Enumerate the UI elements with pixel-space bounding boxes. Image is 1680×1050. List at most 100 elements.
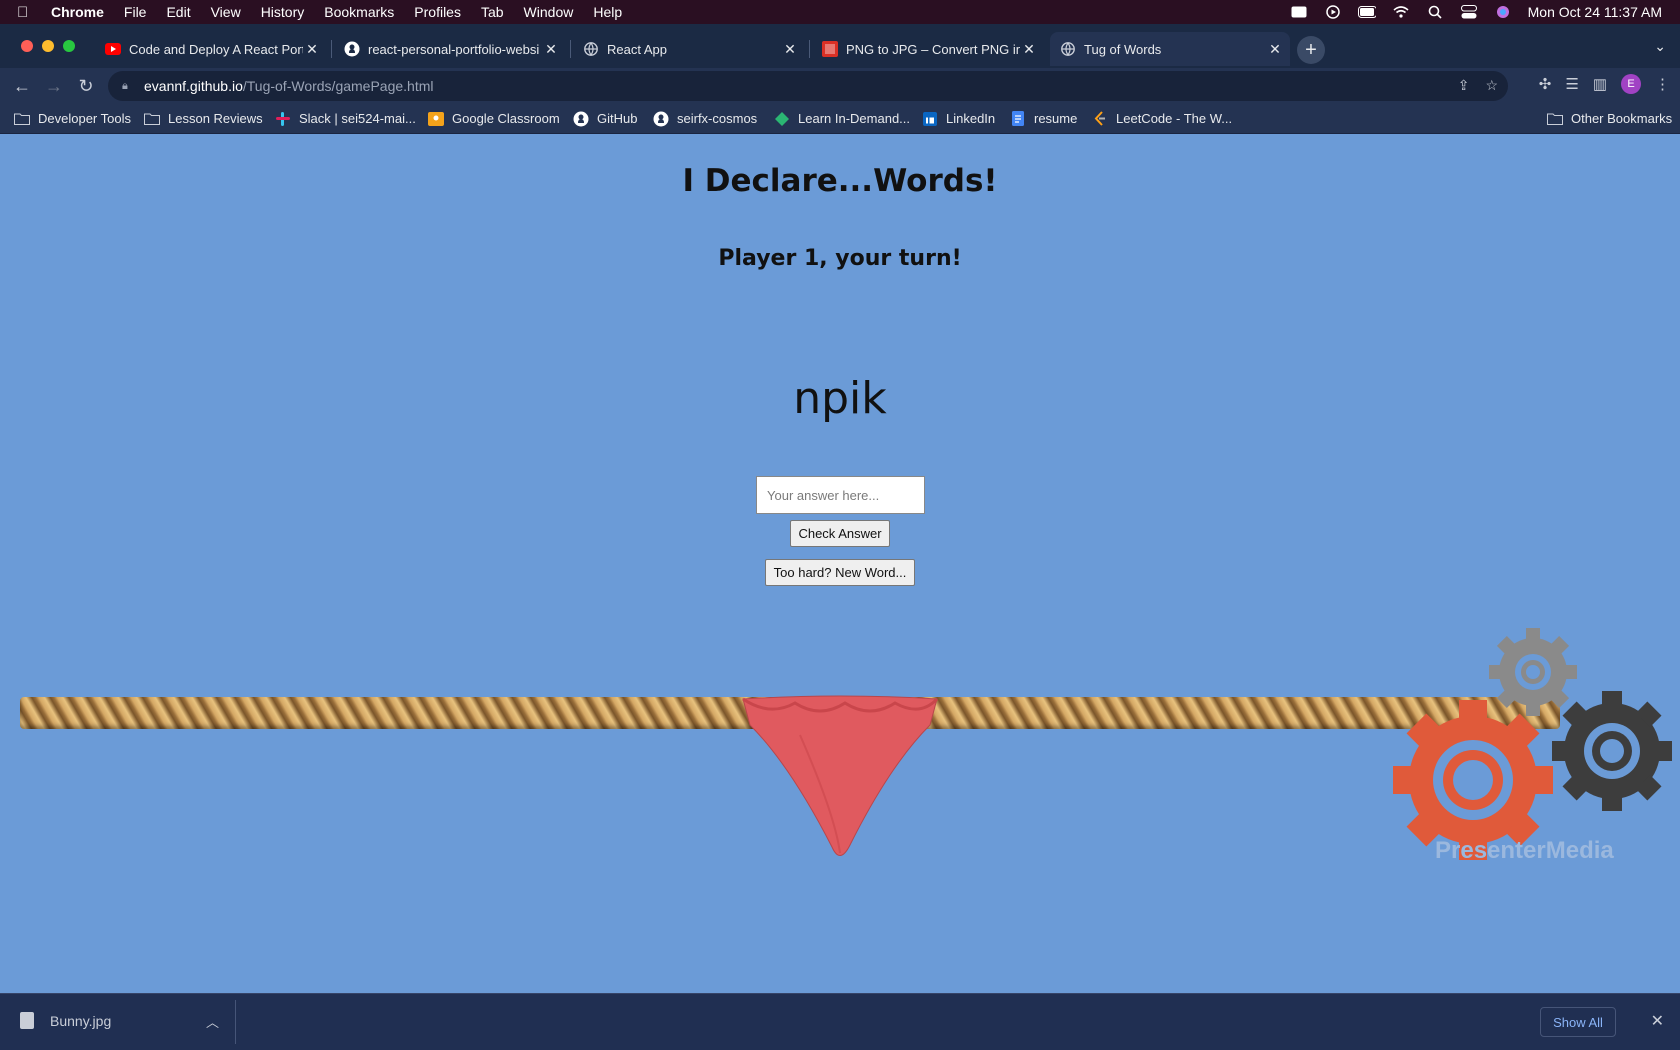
answer-input[interactable]	[756, 476, 925, 514]
download-item[interactable]: Bunny.jpg	[20, 1012, 111, 1029]
gears-image: PresenterMedia	[1393, 628, 1672, 864]
close-tab-icon[interactable]: ✕	[781, 41, 799, 58]
bookmark-google-classroom[interactable]: Google Classroom	[428, 111, 560, 126]
close-tab-icon[interactable]: ✕	[1266, 41, 1284, 58]
bookmark-label: LeetCode - The W...	[1116, 111, 1233, 126]
tab-react-portfolio[interactable]: react-personal-portfolio-websi ✕	[334, 32, 566, 66]
close-tab-icon[interactable]: ✕	[542, 41, 560, 58]
reading-list-icon[interactable]: ☰	[1565, 75, 1578, 93]
siri-icon[interactable]	[1494, 5, 1512, 19]
macos-menu-bar:  Chrome File Edit View History Bookmark…	[0, 0, 1680, 24]
linkedin-icon	[922, 111, 938, 126]
close-icon[interactable]: ✕	[1651, 1011, 1664, 1031]
bookmark-leetcode[interactable]: LeetCode - The W...	[1092, 111, 1232, 126]
folder-icon	[14, 112, 30, 126]
chevron-up-icon[interactable]: ︿	[206, 1012, 219, 1031]
bookmark-label: Developer Tools	[38, 111, 131, 126]
tab-code-and-deploy[interactable]: Code and Deploy A React Portf ✕	[95, 32, 327, 66]
tab-title: PNG to JPG – Convert PNG ima	[846, 41, 1020, 57]
minimize-window-button[interactable]	[42, 40, 54, 52]
gear-icon-gray	[1489, 628, 1577, 716]
gear-icon-dark	[1552, 691, 1672, 811]
tab-separator	[331, 40, 332, 58]
folder-icon	[144, 112, 160, 126]
close-tab-icon[interactable]: ✕	[1020, 41, 1038, 58]
bookmark-linkedin[interactable]: LinkedIn	[922, 111, 995, 126]
page-title: I Declare...Words!	[682, 163, 998, 199]
menu-window[interactable]: Window	[524, 4, 574, 20]
tab-title: react-personal-portfolio-websi	[368, 41, 540, 57]
control-center-icon[interactable]	[1460, 5, 1478, 19]
side-panel-icon[interactable]: ▥	[1593, 75, 1607, 93]
gear-icon-orange	[1393, 700, 1553, 860]
github-icon	[573, 111, 589, 126]
zoom-window-button[interactable]	[63, 40, 75, 52]
address-bar[interactable]: 🔒︎ evannf.github.io/Tug-of-Words/gamePag…	[108, 71, 1508, 101]
bookmark-label: seirfx-cosmos	[677, 111, 758, 126]
apple-icon[interactable]: 	[17, 4, 37, 21]
check-answer-button[interactable]: Check Answer	[790, 520, 890, 547]
bookmark-label: LinkedIn	[946, 111, 996, 126]
forward-arrow-icon[interactable]: →	[42, 74, 66, 98]
extensions-puzzle-icon[interactable]: ✣	[1539, 75, 1552, 93]
classroom-icon	[428, 111, 444, 126]
bookmark-learn-in-demand[interactable]: Learn In-Demand...	[774, 111, 910, 126]
menu-help[interactable]: Help	[593, 4, 622, 20]
profile-avatar[interactable]: E	[1621, 74, 1641, 94]
back-arrow-icon[interactable]: ←	[10, 74, 34, 98]
share-icon[interactable]: ⇪	[1458, 77, 1470, 94]
scrambled-word: npik	[793, 373, 887, 424]
reload-icon[interactable]: ↻	[74, 74, 98, 98]
close-tab-icon[interactable]: ✕	[303, 41, 321, 58]
bookmark-label: Lesson Reviews	[168, 111, 263, 126]
tab-tug-of-words[interactable]: Tug of Words ✕	[1050, 32, 1290, 66]
globe-icon	[583, 41, 599, 57]
battery-icon[interactable]	[1357, 5, 1376, 19]
tab-png-to-jpg[interactable]: PNG to JPG – Convert PNG ima ✕	[812, 32, 1044, 66]
kebab-menu-icon[interactable]: ⋮	[1655, 75, 1670, 93]
menu-file[interactable]: File	[124, 4, 147, 20]
tab-separator	[570, 40, 571, 58]
menu-history[interactable]: History	[261, 4, 305, 20]
tab-search-chevron-icon[interactable]: ⌄	[1654, 38, 1666, 55]
keyboard-icon[interactable]	[1290, 5, 1308, 19]
learn-icon	[774, 111, 790, 126]
tab-title: Tug of Words	[1084, 41, 1162, 57]
close-window-button[interactable]	[21, 40, 33, 52]
turn-indicator: Player 1, your turn!	[718, 246, 962, 271]
docs-icon	[1010, 111, 1026, 126]
lock-icon[interactable]: 🔒︎	[122, 80, 134, 93]
wifi-icon[interactable]	[1392, 5, 1410, 19]
tab-separator	[809, 40, 810, 58]
bookmark-resume[interactable]: resume	[1010, 111, 1077, 126]
tab-react-app[interactable]: React App ✕	[573, 32, 805, 66]
menu-chrome[interactable]: Chrome	[51, 4, 104, 20]
youtube-icon	[105, 41, 121, 57]
bookmark-developer-tools[interactable]: Developer Tools	[14, 111, 131, 126]
bookmark-label: Other Bookmarks	[1571, 111, 1673, 126]
globe-icon	[1060, 41, 1076, 57]
menu-tab[interactable]: Tab	[481, 4, 504, 20]
slack-icon	[275, 111, 291, 126]
show-all-button[interactable]: Show All	[1540, 1007, 1616, 1037]
divider	[235, 1000, 236, 1044]
menu-profiles[interactable]: Profiles	[414, 4, 461, 20]
url-domain: evannf.github.io	[144, 78, 243, 94]
new-word-button[interactable]: Too hard? New Word...	[765, 559, 915, 586]
png-jpg-icon	[822, 41, 838, 57]
bookmark-other-bookmarks[interactable]: Other Bookmarks	[1547, 111, 1672, 126]
play-icon[interactable]	[1324, 5, 1342, 19]
bookmark-star-icon[interactable]: ☆	[1485, 77, 1498, 94]
menu-edit[interactable]: Edit	[166, 4, 190, 20]
browser-toolbar: ← → ↻ 🔒︎ evannf.github.io/Tug-of-Words/g…	[0, 68, 1680, 104]
new-tab-button[interactable]: +	[1297, 36, 1325, 64]
menu-view[interactable]: View	[211, 4, 241, 20]
spotlight-search-icon[interactable]	[1426, 5, 1444, 19]
bookmark-seirfx-cosmos[interactable]: seirfx-cosmos	[653, 111, 757, 126]
bookmark-label: GitHub	[597, 111, 638, 126]
bookmark-slack[interactable]: Slack | sei524-mai...	[275, 111, 416, 126]
menu-bookmarks[interactable]: Bookmarks	[324, 4, 394, 20]
bookmark-github[interactable]: GitHub	[573, 111, 637, 126]
bookmark-label: Learn In-Demand...	[798, 111, 911, 126]
bookmark-lesson-reviews[interactable]: Lesson Reviews	[144, 111, 263, 126]
